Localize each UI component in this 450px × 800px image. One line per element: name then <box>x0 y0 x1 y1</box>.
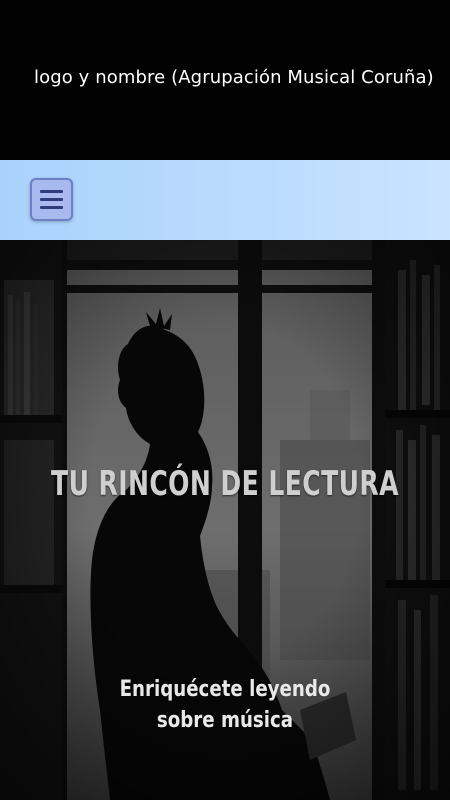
hero-subtitle-line-1: Enriquécete leyendo <box>119 677 331 702</box>
hero-subtitle-line-2: sobre música <box>156 708 294 733</box>
hamburger-icon <box>40 190 63 193</box>
site-brand[interactable]: logo y nombre (Agrupación Musical Coruña… <box>34 67 434 88</box>
menu-toggle-button[interactable] <box>30 178 73 221</box>
hero-title: TU RINCÓN DE LECTURA <box>51 464 399 504</box>
page: logo y nombre (Agrupación Musical Coruña… <box>0 0 450 800</box>
hero-section: TU RINCÓN DE LECTURA Enriquécete leyendo… <box>0 240 450 800</box>
hamburger-icon-line <box>40 206 63 209</box>
site-header: logo y nombre (Agrupación Musical Coruña… <box>0 0 450 160</box>
hamburger-icon-line <box>40 198 63 201</box>
hero-subtitle: Enriquécete leyendo sobre música <box>18 674 432 736</box>
